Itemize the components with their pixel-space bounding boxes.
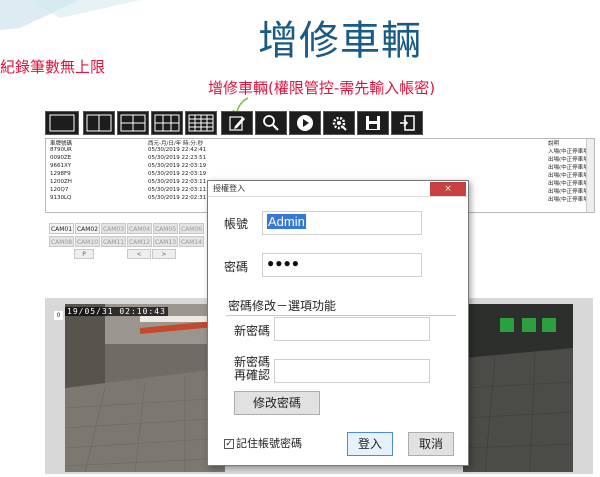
log-header-plate: 車牌號碼: [50, 141, 73, 147]
password-value: ●●●●: [267, 256, 300, 270]
search-button[interactable]: [255, 111, 287, 135]
log-scrollbar[interactable]: [586, 139, 594, 212]
log-row[interactable]: 9661XY 05/30/2019 22:03:19 出場(中正停車場): [46, 163, 594, 171]
exit-button[interactable]: [391, 111, 423, 135]
settings-button[interactable]: [323, 111, 355, 135]
layout-1-button[interactable]: [45, 111, 79, 135]
log-header-desc: 說明: [548, 141, 560, 147]
exit-icon: [400, 115, 415, 131]
log-desc: 出場(中正停車場): [548, 165, 591, 171]
log-time: 05/30/2019 22:03:19: [148, 163, 207, 169]
new-password-field[interactable]: [274, 317, 430, 341]
layout-6-button[interactable]: [117, 111, 149, 135]
log-desc: 入場(中正停車場): [548, 149, 591, 155]
layout-9-icon: [154, 114, 180, 132]
cam-button[interactable]: CAM03: [101, 223, 126, 234]
log-plate: 1200ZH: [50, 179, 72, 185]
new-password-label: 新密碼: [234, 324, 271, 338]
edit-vehicle-button[interactable]: [221, 111, 253, 135]
cam-button[interactable]: CAM02: [75, 223, 100, 234]
cam-button[interactable]: CAM11: [101, 236, 126, 247]
layout-4-button[interactable]: [83, 111, 115, 135]
prev-page-button[interactable]: <: [127, 249, 151, 259]
log-time: 05/30/2019 22:03:11: [148, 179, 207, 185]
confirm-password-field[interactable]: [274, 359, 430, 383]
log-plate: 8790UR: [50, 147, 72, 153]
account-value: Admin: [267, 214, 306, 229]
play-button[interactable]: [289, 111, 321, 135]
main-toolbar: [45, 111, 425, 135]
cam-button[interactable]: CAM13: [153, 236, 178, 247]
log-time: 05/30/2019 22:42:41: [148, 147, 207, 153]
camera-selector: CAM01 CAM02 CAM03 CAM04 CAM05 CAM06 CAM0…: [49, 223, 205, 259]
next-page-button[interactable]: >: [152, 249, 176, 259]
log-desc: 出場(中正停車場): [548, 173, 591, 179]
camera-paging: P < >: [49, 249, 205, 259]
log-desc: 出場(中正停車場): [548, 197, 591, 203]
account-field[interactable]: Admin: [262, 211, 422, 235]
cam-button[interactable]: CAM05: [153, 223, 178, 234]
layout-1-icon: [49, 114, 75, 132]
log-plate: 0090ZE: [50, 155, 72, 161]
save-icon: [366, 116, 380, 130]
section-divider: [226, 315, 456, 316]
log-plate: 120Q7: [50, 187, 69, 193]
play-icon: [297, 115, 313, 131]
cam-button[interactable]: CAM10: [75, 236, 100, 247]
remember-label: 記住帳號密碼: [236, 437, 302, 450]
dialog-titlebar: 授權登入 ×: [208, 181, 468, 197]
log-header-time: 西元-月/日/年 時:分:秒: [148, 141, 204, 147]
edit-vehicle-callout: 增修車輛(權限管控-需先輸入帳密): [208, 79, 436, 97]
cam-button[interactable]: CAM12: [127, 236, 152, 247]
close-button[interactable]: ×: [430, 182, 466, 196]
camera-row-2: CAM08 CAM10 CAM11 CAM12 CAM13 CAM14: [49, 236, 205, 247]
log-plate: 9130LQ: [50, 195, 72, 201]
screenshot-root: 增修車輛 紀錄筆數無上限 增修車輛(權限管控-需先輸入帳密) 車牌號碼 西元-月…: [0, 0, 600, 477]
log-time: 05/30/2019 22:02:31: [148, 195, 207, 201]
channel-indicator: 0: [54, 311, 63, 320]
cam-button[interactable]: CAM06: [179, 223, 204, 234]
layout-4-icon: [86, 114, 112, 132]
edit-vehicle-icon: [229, 116, 245, 131]
remember-checkbox[interactable]: ✓: [224, 439, 234, 449]
log-time: 05/30/2019 22:23:51: [148, 155, 207, 161]
password-field[interactable]: ●●●●: [262, 253, 422, 277]
dialog-title: 授權登入: [213, 184, 245, 193]
password-label: 密碼: [224, 260, 249, 274]
cam-button[interactable]: CAM14: [179, 236, 204, 247]
log-desc: 出場(中正停車場): [548, 181, 591, 187]
log-time: 05/30/2019 22:03:11: [148, 187, 207, 193]
camera-row-1: CAM01 CAM02 CAM03 CAM04 CAM05 CAM06: [49, 223, 205, 234]
change-password-button[interactable]: 修改密碼: [234, 391, 320, 415]
log-row[interactable]: 0090ZE 05/30/2019 22:23:51 出場(中正停車場): [46, 155, 594, 163]
log-desc: 出場(中正停車場): [548, 157, 591, 163]
log-desc: 出場(中正停車場): [548, 189, 591, 195]
p-button[interactable]: P: [74, 249, 94, 259]
cam-button[interactable]: CAM04: [127, 223, 152, 234]
auth-login-dialog: 授權登入 × 帳號 Admin 密碼 ●●●● 密碼修改－選項功能 新密碼 新密…: [207, 180, 469, 466]
video-timestamp: 19/05/31 02:10:43: [65, 307, 168, 316]
layout-16-icon: [188, 114, 214, 132]
log-time: 05/30/2019 22:03:19: [148, 171, 207, 177]
layout-16-button[interactable]: [185, 111, 217, 135]
login-button[interactable]: 登入: [347, 432, 393, 456]
cam-button[interactable]: CAM08: [49, 236, 74, 247]
log-row[interactable]: 1298F9 05/30/2019 22:03:19 出場(中正停車場): [46, 171, 594, 179]
cancel-button[interactable]: 取消: [408, 432, 454, 456]
record-limit-note: 紀錄筆數無上限: [0, 58, 106, 76]
account-label: 帳號: [224, 217, 249, 231]
cam-button[interactable]: CAM01: [49, 223, 74, 234]
password-section-label: 密碼修改－選項功能: [228, 299, 337, 313]
log-header: 車牌號碼 西元-月/日/年 時:分:秒 說明: [46, 139, 594, 147]
layout-6-icon: [120, 114, 146, 132]
slide-title: 增修車輛: [258, 18, 422, 64]
search-icon: [263, 115, 279, 131]
confirm-password-label-2: 再確認: [234, 368, 271, 382]
log-plate: 1298F9: [50, 171, 71, 177]
save-button[interactable]: [357, 111, 389, 135]
layout-9-button[interactable]: [151, 111, 183, 135]
log-plate: 9661XY: [50, 163, 72, 169]
settings-icon: [332, 116, 347, 131]
log-row[interactable]: 8790UR 05/30/2019 22:42:41 入場(中正停車場): [46, 147, 594, 155]
